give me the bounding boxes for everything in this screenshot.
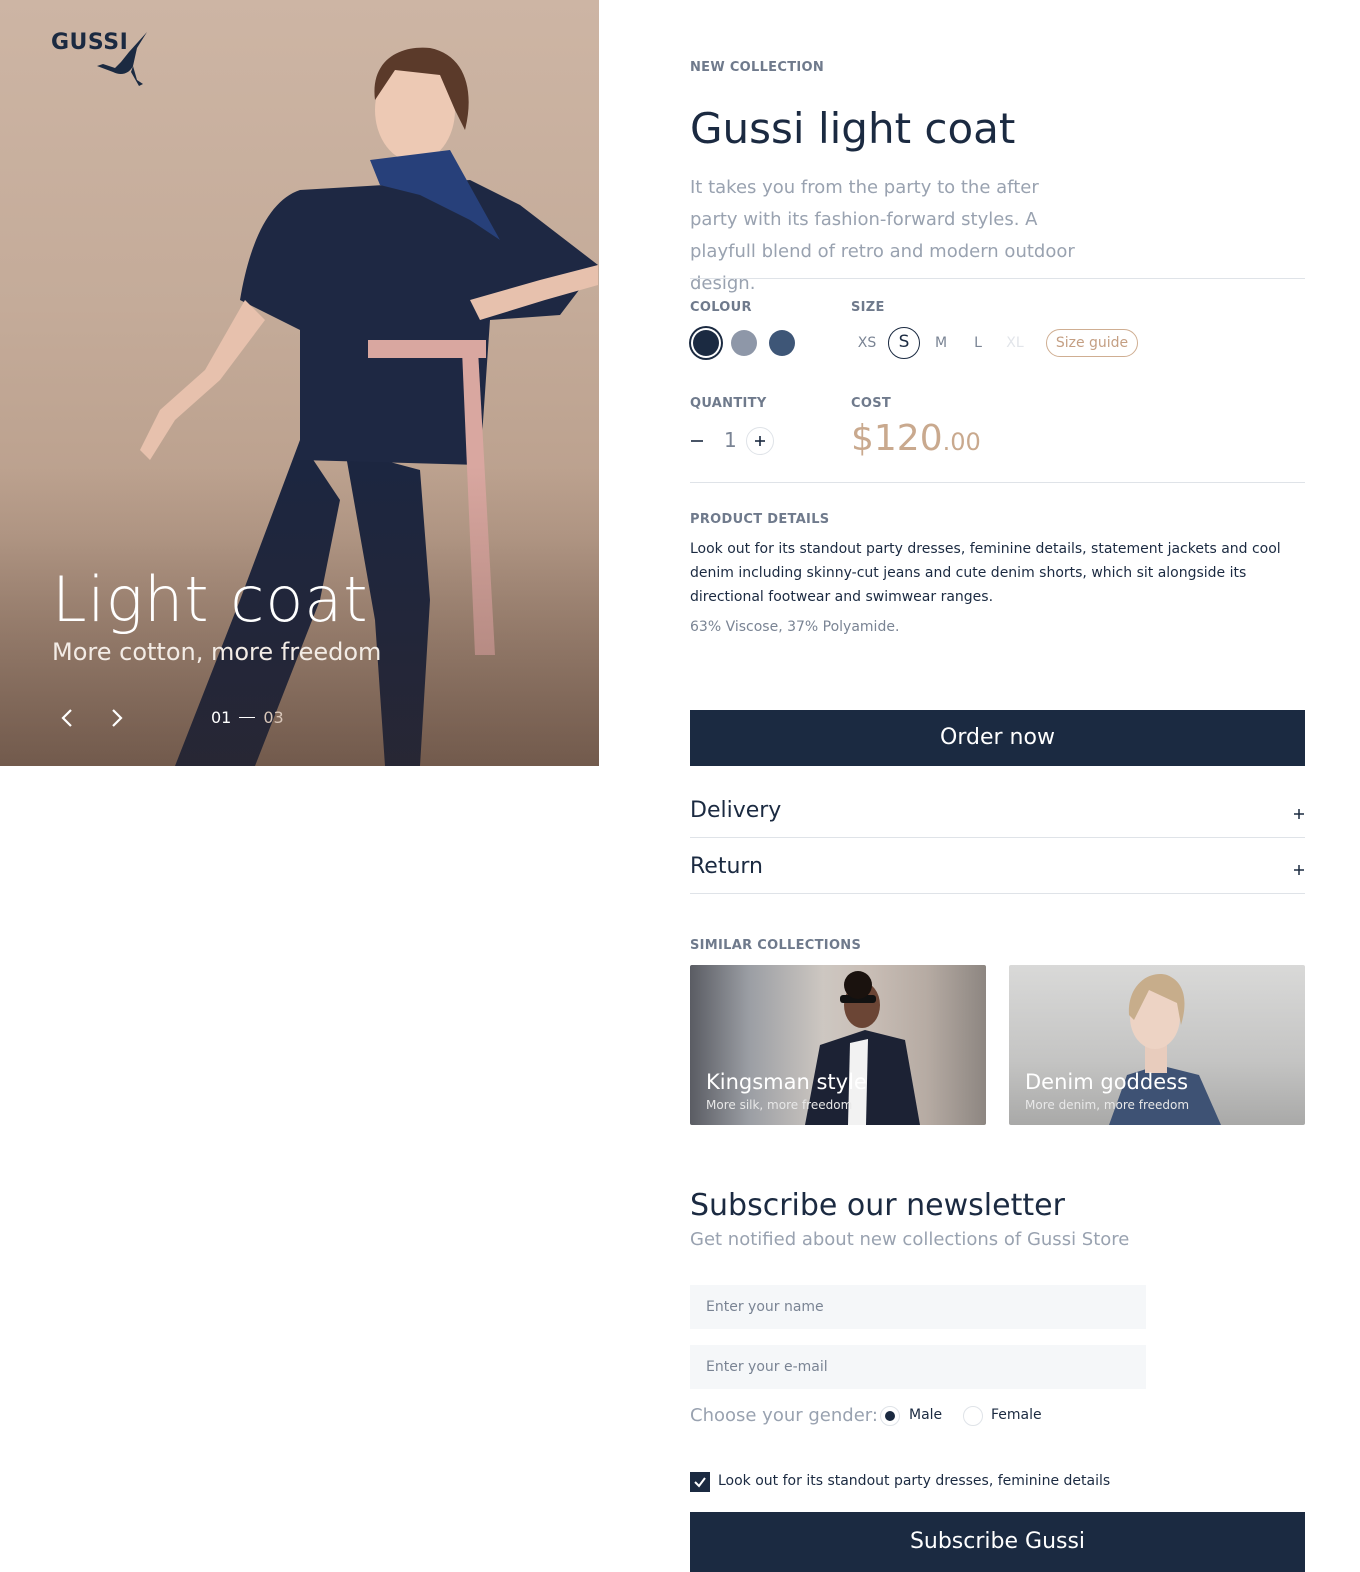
checkmark-icon (694, 1477, 706, 1488)
gender-option-label: Male (909, 1407, 943, 1423)
gender-option-label: Female (991, 1407, 1042, 1423)
gender-radio-male[interactable] (880, 1406, 900, 1426)
card-title: Denim goddess (1025, 1070, 1189, 1094)
prev-slide-button[interactable] (54, 705, 80, 731)
product-details-text: Look out for its standout party dresses,… (690, 541, 1281, 605)
price: $120.00 (851, 418, 981, 459)
card-subtitle: More silk, more freedom (706, 1098, 853, 1112)
newsletter-subtitle: Get notified about new collections of Gu… (690, 1229, 1130, 1250)
subscribe-button[interactable]: Subscribe Gussi (690, 1512, 1305, 1572)
price-cents: .00 (942, 428, 981, 456)
plus-icon (1294, 865, 1304, 875)
hero-title: Light coat (52, 563, 369, 636)
hero-banner: GUSSI Light coat More cotton, more freed… (0, 0, 599, 766)
slide-pager: 01 03 (211, 708, 284, 727)
quantity-value: 1 (724, 428, 737, 452)
divider (690, 893, 1305, 894)
quantity-decrease-button[interactable] (690, 428, 706, 452)
minus-icon (691, 440, 703, 442)
price-main: $120 (851, 418, 943, 459)
size-option-l[interactable]: L (962, 327, 994, 359)
plus-icon (755, 436, 765, 446)
collection-card-denim-goddess[interactable]: Denim goddess More denim, more freedom (1009, 965, 1305, 1125)
pager-total: 03 (263, 708, 284, 727)
product-title: Gussi light coat (690, 104, 1016, 153)
size-label: SIZE (851, 300, 885, 315)
accordion-delivery[interactable]: Delivery (690, 782, 1305, 838)
colour-swatch-blue[interactable] (769, 330, 795, 356)
size-option-xl: XL (1006, 335, 1024, 351)
chevron-left-icon (61, 709, 72, 727)
pager-current: 01 (211, 708, 232, 727)
quantity-label: QUANTITY (690, 396, 767, 411)
material-composition: 63% Viscose, 37% Polyamide. (690, 619, 900, 635)
cost-label: COST (851, 396, 892, 411)
similar-collections-label: SIMILAR COLLECTIONS (690, 938, 862, 953)
collection-card-kingsman[interactable]: Kingsman style More silk, more freedom (690, 965, 986, 1125)
accordion-label: Return (690, 854, 764, 879)
newsletter-consent-checkbox[interactable] (690, 1472, 710, 1492)
name-input[interactable] (690, 1285, 1146, 1329)
accordion-return[interactable]: Return (690, 838, 1305, 894)
newsletter-title: Subscribe our newsletter (690, 1188, 1065, 1223)
order-now-button[interactable]: Order now (690, 710, 1305, 766)
card-title: Kingsman style (706, 1070, 867, 1094)
size-guide-button[interactable]: Size guide (1046, 329, 1138, 357)
gender-radio-female[interactable] (963, 1406, 983, 1426)
chevron-right-icon (112, 709, 123, 727)
size-option-xs[interactable]: XS (851, 327, 883, 359)
colour-label: COLOUR (690, 300, 752, 315)
collection-eyebrow: NEW COLLECTION (690, 60, 825, 75)
plus-icon (1294, 809, 1304, 819)
product-description: It takes you from the party to the after… (690, 177, 1075, 294)
consent-label: Look out for its standout party dresses,… (718, 1473, 1111, 1489)
hero-subtitle: More cotton, more freedom (52, 638, 382, 666)
bird-logo-icon (97, 32, 147, 86)
gender-label: Choose your gender: (690, 1405, 878, 1426)
colour-swatch-grey[interactable] (731, 330, 757, 356)
quantity-increase-button[interactable] (746, 427, 774, 455)
colour-swatch-navy[interactable] (693, 330, 719, 356)
product-details-label: PRODUCT DETAILS (690, 512, 830, 527)
divider (690, 278, 1305, 279)
email-input[interactable] (690, 1345, 1146, 1389)
size-option-s[interactable]: S (888, 327, 920, 359)
next-slide-button[interactable] (104, 705, 130, 731)
brand-logo[interactable]: GUSSI (51, 30, 147, 86)
accordion-label: Delivery (690, 798, 782, 823)
card-subtitle: More denim, more freedom (1025, 1098, 1190, 1112)
divider (690, 482, 1305, 483)
pager-separator (239, 717, 256, 718)
size-option-m[interactable]: M (925, 327, 957, 359)
